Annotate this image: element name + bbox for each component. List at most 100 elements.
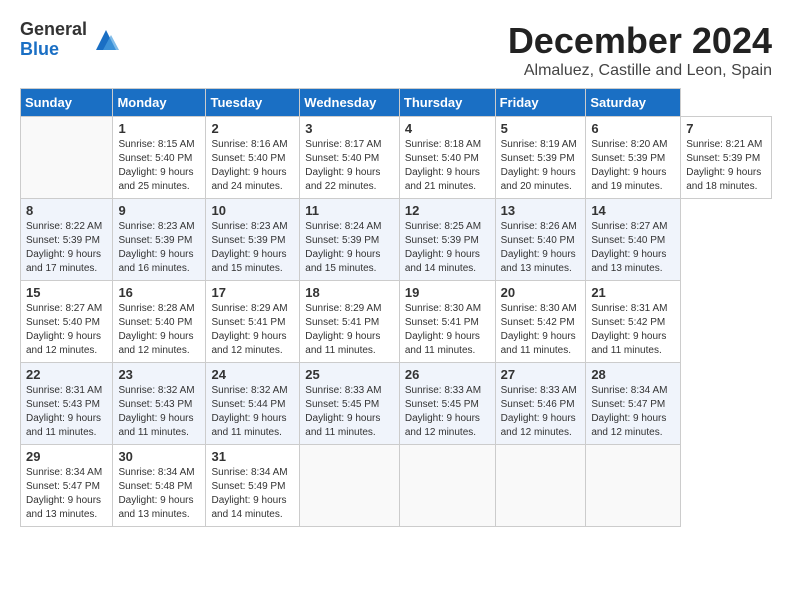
logo: General Blue [20,20,121,60]
month-title: December 2024 [508,20,772,62]
header-monday: Monday [113,89,206,117]
calendar-cell: 23 Sunrise: 8:32 AMSunset: 5:43 PMDayligh… [113,363,206,445]
day-number: 12 [405,203,490,218]
day-info: Sunrise: 8:23 AMSunset: 5:39 PMDaylight:… [118,221,194,274]
day-info: Sunrise: 8:19 AMSunset: 5:39 PMDaylight:… [501,139,577,192]
calendar-cell: 24 Sunrise: 8:32 AMSunset: 5:44 PMDayligh… [206,363,300,445]
day-number: 1 [118,121,200,136]
calendar-week-2: 8 Sunrise: 8:22 AMSunset: 5:39 PMDaylight… [21,199,772,281]
day-info: Sunrise: 8:33 AMSunset: 5:46 PMDaylight:… [501,385,577,438]
day-number: 24 [211,367,294,382]
day-number: 7 [686,121,766,136]
calendar-cell: 20 Sunrise: 8:30 AMSunset: 5:42 PMDayligh… [495,281,586,363]
day-number: 26 [405,367,490,382]
day-number: 15 [26,285,107,300]
calendar-cell: 12 Sunrise: 8:25 AMSunset: 5:39 PMDayligh… [399,199,495,281]
day-info: Sunrise: 8:21 AMSunset: 5:39 PMDaylight:… [686,139,762,192]
day-number: 17 [211,285,294,300]
calendar-cell: 21 Sunrise: 8:31 AMSunset: 5:42 PMDayligh… [586,281,681,363]
day-number: 3 [305,121,394,136]
day-number: 4 [405,121,490,136]
day-info: Sunrise: 8:15 AMSunset: 5:40 PMDaylight:… [118,139,194,192]
day-number: 2 [211,121,294,136]
day-info: Sunrise: 8:30 AMSunset: 5:42 PMDaylight:… [501,303,577,356]
calendar-cell: 17Sunrise: 8:29 AMSunset: 5:41 PMDayligh… [206,281,300,363]
day-number: 31 [211,449,294,464]
day-info: Sunrise: 8:31 AMSunset: 5:43 PMDaylight:… [26,385,102,438]
logo-icon [91,25,121,55]
day-info: Sunrise: 8:27 AMSunset: 5:40 PMDaylight:… [26,303,102,356]
day-info: Sunrise: 8:26 AMSunset: 5:40 PMDaylight:… [501,221,577,274]
calendar-cell: 5 Sunrise: 8:19 AMSunset: 5:39 PMDaylight… [495,117,586,199]
header-friday: Friday [495,89,586,117]
calendar-week-3: 15 Sunrise: 8:27 AMSunset: 5:40 PMDayligh… [21,281,772,363]
day-info: Sunrise: 8:34 AMSunset: 5:48 PMDaylight:… [118,467,194,520]
logo-blue: Blue [20,40,87,60]
day-info: Sunrise: 8:24 AMSunset: 5:39 PMDaylight:… [305,221,381,274]
day-info: Sunrise: 8:17 AMSunset: 5:40 PMDaylight:… [305,139,381,192]
day-number: 22 [26,367,107,382]
day-number: 29 [26,449,107,464]
day-number: 5 [501,121,581,136]
calendar-cell: 29Sunrise: 8:34 AMSunset: 5:47 PMDayligh… [21,445,113,527]
day-number: 28 [591,367,675,382]
day-info: Sunrise: 8:29 AMSunset: 5:41 PMDaylight:… [305,303,381,356]
calendar-cell: 8 Sunrise: 8:22 AMSunset: 5:39 PMDaylight… [21,199,113,281]
calendar-cell: 22 Sunrise: 8:31 AMSunset: 5:43 PMDayligh… [21,363,113,445]
calendar-cell [21,117,113,199]
day-number: 19 [405,285,490,300]
calendar-cell: 10Sunrise: 8:23 AMSunset: 5:39 PMDayligh… [206,199,300,281]
calendar-cell [300,445,400,527]
calendar-cell [586,445,681,527]
calendar-cell: 18Sunrise: 8:29 AMSunset: 5:41 PMDayligh… [300,281,400,363]
calendar-table: SundayMondayTuesdayWednesdayThursdayFrid… [20,88,772,527]
day-number: 23 [118,367,200,382]
day-number: 9 [118,203,200,218]
day-number: 8 [26,203,107,218]
day-number: 11 [305,203,394,218]
day-info: Sunrise: 8:22 AMSunset: 5:39 PMDaylight:… [26,221,102,274]
calendar-cell: 6Sunrise: 8:20 AMSunset: 5:39 PMDaylight… [586,117,681,199]
header-wednesday: Wednesday [300,89,400,117]
page-header: General Blue December 2024 Almaluez, Cas… [20,20,772,80]
header-thursday: Thursday [399,89,495,117]
calendar-cell: 15 Sunrise: 8:27 AMSunset: 5:40 PMDayligh… [21,281,113,363]
day-info: Sunrise: 8:34 AMSunset: 5:49 PMDaylight:… [211,467,287,520]
calendar-cell: 25Sunrise: 8:33 AMSunset: 5:45 PMDayligh… [300,363,400,445]
calendar-cell [495,445,586,527]
calendar-cell: 19 Sunrise: 8:30 AMSunset: 5:41 PMDayligh… [399,281,495,363]
day-number: 13 [501,203,581,218]
day-number: 21 [591,285,675,300]
calendar-cell: 7 Sunrise: 8:21 AMSunset: 5:39 PMDaylight… [681,117,772,199]
calendar-cell: 31 Sunrise: 8:34 AMSunset: 5:49 PMDayligh… [206,445,300,527]
day-number: 25 [305,367,394,382]
calendar-cell: 26 Sunrise: 8:33 AMSunset: 5:45 PMDayligh… [399,363,495,445]
calendar-cell: 11 Sunrise: 8:24 AMSunset: 5:39 PMDayligh… [300,199,400,281]
header-saturday: Saturday [586,89,681,117]
calendar-cell: 9 Sunrise: 8:23 AMSunset: 5:39 PMDaylight… [113,199,206,281]
day-info: Sunrise: 8:23 AMSunset: 5:39 PMDaylight:… [211,221,287,274]
header-sunday: Sunday [21,89,113,117]
calendar-cell: 13 Sunrise: 8:26 AMSunset: 5:40 PMDayligh… [495,199,586,281]
day-number: 6 [591,121,675,136]
day-info: Sunrise: 8:32 AMSunset: 5:44 PMDaylight:… [211,385,287,438]
calendar-cell: 16Sunrise: 8:28 AMSunset: 5:40 PMDayligh… [113,281,206,363]
day-info: Sunrise: 8:31 AMSunset: 5:42 PMDaylight:… [591,303,667,356]
header-tuesday: Tuesday [206,89,300,117]
day-info: Sunrise: 8:33 AMSunset: 5:45 PMDaylight:… [405,385,481,438]
calendar-week-5: 29Sunrise: 8:34 AMSunset: 5:47 PMDayligh… [21,445,772,527]
day-info: Sunrise: 8:25 AMSunset: 5:39 PMDaylight:… [405,221,481,274]
day-info: Sunrise: 8:30 AMSunset: 5:41 PMDaylight:… [405,303,481,356]
title-area: December 2024 Almaluez, Castille and Leo… [508,20,772,80]
calendar-week-4: 22 Sunrise: 8:31 AMSunset: 5:43 PMDayligh… [21,363,772,445]
day-info: Sunrise: 8:32 AMSunset: 5:43 PMDaylight:… [118,385,194,438]
day-number: 20 [501,285,581,300]
calendar-header-row: SundayMondayTuesdayWednesdayThursdayFrid… [21,89,772,117]
calendar-cell [399,445,495,527]
calendar-cell: 4Sunrise: 8:18 AMSunset: 5:40 PMDaylight… [399,117,495,199]
logo-general: General [20,20,87,40]
location-subtitle: Almaluez, Castille and Leon, Spain [508,62,772,80]
calendar-cell: 30Sunrise: 8:34 AMSunset: 5:48 PMDayligh… [113,445,206,527]
calendar-cell: 28 Sunrise: 8:34 AMSunset: 5:47 PMDayligh… [586,363,681,445]
day-info: Sunrise: 8:34 AMSunset: 5:47 PMDaylight:… [591,385,667,438]
